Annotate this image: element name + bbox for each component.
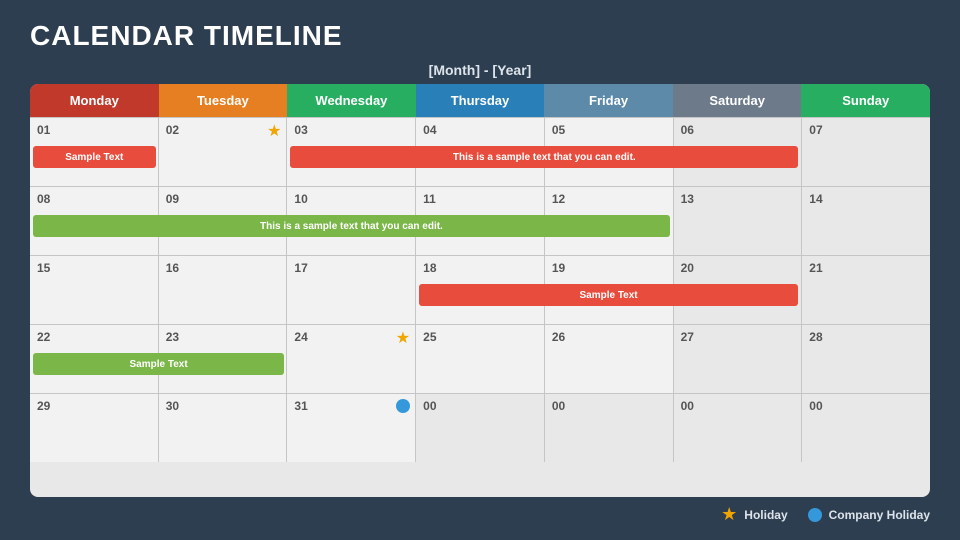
day-number: 09 [166, 192, 280, 206]
day-cell: 27 [674, 325, 802, 393]
event-bar: Sample Text [419, 284, 799, 306]
calendar-row-4: 29 30 31 00 00 00 00 [30, 394, 930, 462]
day-cell: 31 [287, 394, 415, 462]
calendar-row-0: 01 02★ 03 04 05 06 07 Sample Text This is a samp… [30, 118, 930, 186]
star-icon: ★ [396, 328, 410, 348]
day-number: 14 [809, 192, 923, 206]
day-cell: 21 [802, 256, 930, 324]
day-cell: 24★ [287, 325, 415, 393]
day-number: 20 [681, 261, 795, 275]
day-cell: 07 [802, 118, 930, 186]
day-number: 23 [166, 330, 280, 344]
day-number: 08 [37, 192, 151, 206]
day-number: 04 [423, 123, 537, 137]
event-bar: Sample Text [33, 146, 156, 168]
header-monday: Monday [30, 84, 159, 117]
page-title: CALENDAR TIMELINE [30, 20, 930, 52]
day-number: 06 [681, 123, 795, 137]
day-cell: 15 [30, 256, 158, 324]
day-cell: 28 [802, 325, 930, 393]
day-number: 28 [809, 330, 923, 344]
day-number: 01 [37, 123, 151, 137]
header-tuesday: Tuesday [159, 84, 288, 117]
star-icon: ★ [267, 121, 281, 141]
day-number: 03 [294, 123, 408, 137]
day-number: 07 [809, 123, 923, 137]
day-number: 25 [423, 330, 537, 344]
header-friday: Friday [544, 84, 673, 117]
header-thursday: Thursday [416, 84, 545, 117]
day-cell: 26 [545, 325, 673, 393]
day-number: 05 [552, 123, 666, 137]
day-number: 19 [552, 261, 666, 275]
calendar-row-1: 08 09 10 11 12 13 14 This is a sample text that… [30, 187, 930, 255]
day-cell: 16 [159, 256, 287, 324]
day-number: 15 [37, 261, 151, 275]
day-cell: 25 [416, 325, 544, 393]
calendar-row-2: 15 16 17 18 19 20 21 Sample Text [30, 256, 930, 324]
day-number: 00 [552, 399, 666, 413]
day-number: 26 [552, 330, 666, 344]
day-number: 02 [166, 123, 280, 137]
day-cell: 00 [802, 394, 930, 462]
day-number: 29 [37, 399, 151, 413]
day-number: 27 [681, 330, 795, 344]
day-number: 00 [423, 399, 537, 413]
legend: ★ Holiday Company Holiday [30, 504, 930, 525]
calendar-rows: 0102★0304050607Sample TextThis is a samp… [30, 117, 930, 462]
day-cell: 29 [30, 394, 158, 462]
company-holiday-legend-item: Company Holiday [808, 508, 930, 522]
day-cell: 00 [416, 394, 544, 462]
day-number: 17 [294, 261, 408, 275]
day-number: 11 [423, 192, 537, 206]
header-wednesday: Wednesday [287, 84, 416, 117]
day-number: 13 [681, 192, 795, 206]
event-bar: This is a sample text that you can edit. [290, 146, 798, 168]
day-number: 18 [423, 261, 537, 275]
calendar-container: MondayTuesdayWednesdayThursdayFridaySatu… [30, 84, 930, 497]
day-cell: 02★ [159, 118, 287, 186]
header-saturday: Saturday [673, 84, 802, 117]
day-cell: 00 [674, 394, 802, 462]
company-holiday-legend-label: Company Holiday [829, 508, 930, 522]
day-cell: 13 [674, 187, 802, 255]
circle-legend-icon [808, 508, 822, 522]
holiday-legend-item: ★ Holiday [721, 504, 787, 525]
event-bar: This is a sample text that you can edit. [33, 215, 670, 237]
day-cell: 17 [287, 256, 415, 324]
day-number: 21 [809, 261, 923, 275]
day-number: 00 [809, 399, 923, 413]
day-number: 22 [37, 330, 151, 344]
day-number: 12 [552, 192, 666, 206]
day-number: 10 [294, 192, 408, 206]
star-legend-icon: ★ [721, 504, 737, 525]
day-number: 31 [294, 399, 408, 413]
month-year-label: [Month] - [Year] [30, 62, 930, 78]
day-cell: 30 [159, 394, 287, 462]
day-number: 24 [294, 330, 408, 344]
day-number: 30 [166, 399, 280, 413]
day-number: 00 [681, 399, 795, 413]
calendar-row-3: 22 23 24★ 25 26 27 28 Sample Text [30, 325, 930, 393]
day-cell: 00 [545, 394, 673, 462]
event-bar: Sample Text [33, 353, 284, 375]
header-sunday: Sunday [801, 84, 930, 117]
calendar-header: MondayTuesdayWednesdayThursdayFridaySatu… [30, 84, 930, 117]
holiday-legend-label: Holiday [744, 508, 787, 522]
day-cell: 14 [802, 187, 930, 255]
day-number: 16 [166, 261, 280, 275]
